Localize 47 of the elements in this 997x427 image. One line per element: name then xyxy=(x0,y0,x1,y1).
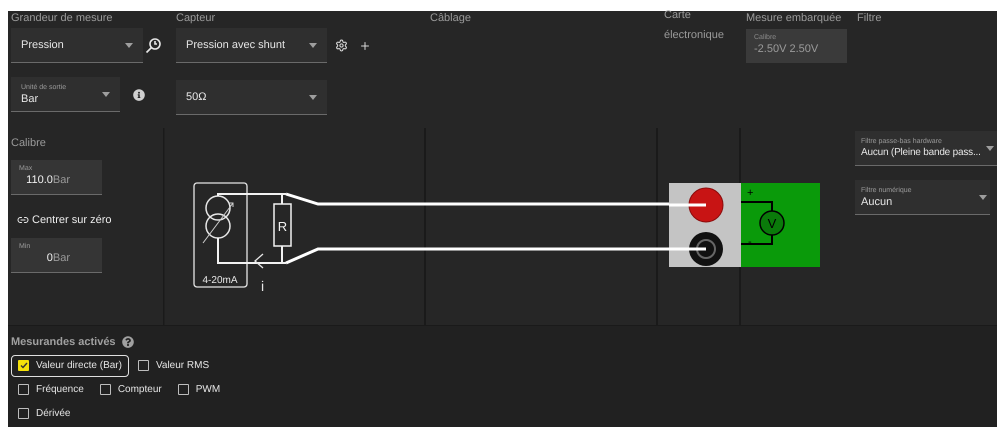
section-title: Mesurandes activés xyxy=(11,335,116,350)
checkbox[interactable] xyxy=(18,360,29,371)
voltmeter-label: V xyxy=(768,216,776,231)
caret-icon xyxy=(309,42,317,48)
column-title: Câblage xyxy=(430,11,472,25)
measure-checkbox[interactable]: Compteur xyxy=(92,378,169,400)
column-title: Carte électronique xyxy=(664,8,725,43)
caret-icon xyxy=(979,194,987,200)
settings-icon[interactable] xyxy=(335,39,348,52)
caret-icon xyxy=(986,146,994,150)
select-field[interactable]: 50Ω xyxy=(176,80,327,115)
resistor-label: R xyxy=(278,219,288,234)
measure-checkbox[interactable]: Valeur directe (Bar) xyxy=(11,354,129,376)
circuit-wire xyxy=(217,193,287,264)
current-label: i xyxy=(261,278,264,294)
info-icon[interactable] xyxy=(133,88,145,100)
check-icon xyxy=(20,362,28,369)
column-title: Mesure embarquée xyxy=(746,11,842,25)
center-zero-button[interactable]: Centrer sur zéro xyxy=(17,212,163,228)
measure-checkbox[interactable]: Fréquence xyxy=(11,378,91,400)
measure-checkbox[interactable]: PWM xyxy=(170,378,228,400)
checkbox[interactable] xyxy=(18,408,29,419)
measure-checkbox[interactable]: Valeur RMS xyxy=(130,354,216,376)
add-icon[interactable] xyxy=(359,40,371,52)
jack-socket-icon xyxy=(688,188,724,222)
caret-icon xyxy=(309,94,317,100)
jack-socket-icon xyxy=(689,232,723,266)
column-title: Filtre xyxy=(857,11,882,25)
checkbox[interactable] xyxy=(178,384,189,395)
source-label: 4-20mA xyxy=(202,275,238,286)
voltmeter-circle xyxy=(759,210,785,236)
checkbox[interactable] xyxy=(138,360,149,371)
column-title: Grandeur de mesure xyxy=(11,11,114,25)
caret-icon xyxy=(102,92,110,96)
checkbox[interactable] xyxy=(18,384,29,395)
select-field[interactable]: Pression xyxy=(11,28,143,63)
column-title: Calibre xyxy=(11,136,47,150)
help-icon[interactable] xyxy=(122,336,134,348)
minus-sign: - xyxy=(748,236,752,248)
column-title: Capteur xyxy=(176,11,216,25)
checkbox[interactable] xyxy=(100,384,111,395)
resistor-drawing xyxy=(273,194,292,263)
plus-sign: + xyxy=(747,187,754,199)
select-field[interactable]: Pression avec shunt xyxy=(176,28,327,63)
gauge-search-icon[interactable] xyxy=(145,38,161,54)
measure-checkbox[interactable]: Dérivée xyxy=(11,402,78,424)
caret-icon xyxy=(125,42,133,48)
